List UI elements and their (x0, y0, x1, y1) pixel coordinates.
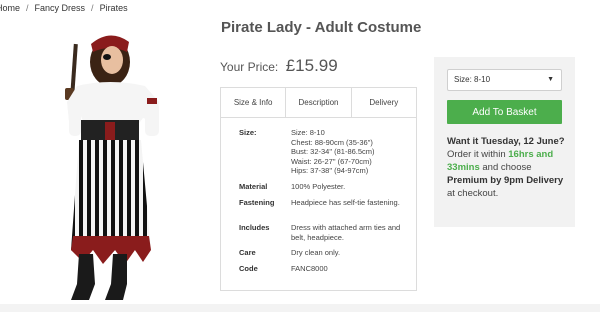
breadcrumb-separator: / (91, 3, 94, 13)
size-line: Hips: 37-38" (94-97cm) (291, 166, 369, 175)
order-within-text: Order it within (447, 149, 506, 160)
size-select[interactable]: Size: 8-10 ▼ (447, 69, 562, 91)
size-line: Bust: 32-34" (81-86.5cm) (291, 147, 375, 156)
size-line: Waist: 26-27" (67-70cm) (291, 156, 372, 166)
breadcrumb-home-link[interactable]: Home (0, 3, 20, 13)
spec-label: Fastening (239, 198, 275, 207)
checkout-text: at checkout. (447, 188, 499, 199)
breadcrumb-fancy-dress-link[interactable]: Fancy Dress (35, 3, 86, 13)
page-footer-strip (0, 304, 600, 312)
tab-bar: Size & Info Description Delivery (221, 88, 416, 118)
spec-label: Material (239, 182, 268, 191)
spec-label: Care (239, 248, 256, 257)
premium-delivery-text: Premium by 9pm Delivery (447, 175, 564, 186)
product-image[interactable] (55, 22, 175, 304)
spec-label: Size: (239, 128, 257, 137)
product-title: Pirate Lady - Adult Costume (221, 19, 422, 36)
breadcrumb: Home / Fancy Dress / Pirates (0, 3, 128, 13)
chevron-down-icon: ▼ (547, 76, 554, 83)
size-line: Size: 8-10 (291, 128, 325, 137)
breadcrumb-separator: / (26, 3, 29, 13)
size-line: Chest: 88-90cm (35-36") (291, 137, 373, 147)
tab-size-info[interactable]: Size & Info (221, 88, 286, 117)
spec-value: Dress with attached arm ties and belt, h… (291, 223, 401, 242)
tab-description[interactable]: Description (285, 88, 351, 117)
spec-value: FANC8000 (291, 264, 328, 273)
spec-label: Includes (239, 223, 270, 232)
spec-label: Code (239, 264, 258, 273)
spec-value: Dry clean only. (291, 248, 341, 257)
spec-value: Headpiece has self-tie fastening. (291, 198, 400, 207)
price-row: Your Price: £15.99 (220, 56, 338, 76)
choose-text: and choose (482, 162, 532, 173)
size-select-value: Size: 8-10 (454, 75, 491, 84)
purchase-panel: Size: 8-10 ▼ Add To Basket Want it Tuesd… (434, 57, 575, 227)
delivery-estimate: Want it Tuesday, 12 June? Order it withi… (447, 135, 573, 200)
breadcrumb-pirates-link[interactable]: Pirates (100, 3, 128, 13)
price-label: Your Price: (220, 60, 279, 74)
price-value: £15.99 (285, 56, 338, 75)
delivery-heading: Want it Tuesday, 12 June? (447, 136, 565, 147)
tab-delivery[interactable]: Delivery (350, 88, 416, 117)
add-to-basket-button[interactable]: Add To Basket (447, 100, 562, 124)
spec-value: 100% Polyester. (291, 182, 346, 191)
product-info-tabs: Size & Info Description Delivery Size: S… (220, 87, 417, 291)
spec-value: Size: 8-10 Chest: 88-90cm (35-36") Bust:… (291, 128, 409, 176)
